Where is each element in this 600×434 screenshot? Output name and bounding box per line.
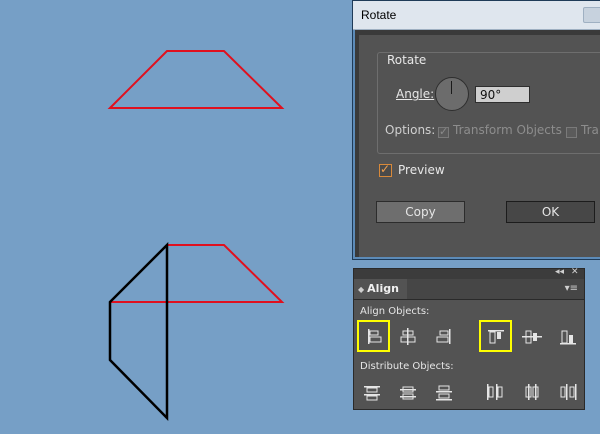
preview-checkbox[interactable]: [379, 162, 392, 177]
dialog-title: Rotate: [361, 8, 397, 22]
panel-top-strip[interactable]: ◂◂ ✕: [354, 267, 584, 279]
align-right-icon[interactable]: [429, 322, 459, 352]
distribute-right-icon[interactable]: [553, 377, 583, 407]
distribute-vertical-center-icon[interactable]: [393, 377, 423, 407]
transform-patterns-label: Tra: [581, 123, 599, 137]
rotate-dialog: Rotate Rotate Angle: Options: Transform …: [352, 0, 600, 260]
transform-objects-label: Transform Objects: [453, 123, 562, 137]
distribute-left-icon[interactable]: [479, 377, 509, 407]
distribute-top-icon[interactable]: [357, 377, 387, 407]
preview-label[interactable]: Preview: [398, 163, 445, 177]
panel-menu-icon[interactable]: ▾≡: [565, 284, 578, 294]
angle-dial[interactable]: [435, 77, 469, 111]
align-objects-label: Align Objects:: [360, 306, 430, 317]
dialog-titlebar[interactable]: Rotate: [353, 1, 600, 30]
preview-trapezoid-top: [110, 244, 285, 303]
align-vertical-center-icon[interactable]: [517, 322, 547, 352]
align-panel: ◂◂ ✕ ◆ Align ▾≡ Align Objects: Distribute…: [353, 267, 585, 410]
distribute-objects-label: Distribute Objects:: [360, 361, 454, 372]
collapse-icon[interactable]: ◂◂: [555, 267, 564, 277]
distribute-horizontal-center-icon[interactable]: [517, 377, 547, 407]
angle-input[interactable]: [475, 86, 530, 103]
window-controls[interactable]: [583, 7, 600, 23]
ok-button[interactable]: OK: [506, 201, 595, 223]
dial-needle-icon: [451, 81, 452, 94]
tab-align[interactable]: ◆ Align: [354, 279, 407, 299]
rotate-group: [377, 52, 600, 154]
dialog-body: Rotate Angle: Options: Transform Objects…: [359, 35, 600, 257]
copy-button[interactable]: Copy: [376, 201, 465, 223]
align-bottom-icon[interactable]: [553, 322, 583, 352]
align-top-icon[interactable]: [479, 320, 512, 352]
transform-objects-checkbox[interactable]: [438, 125, 449, 138]
angle-label: Angle:: [396, 87, 435, 101]
align-left-icon[interactable]: [357, 320, 390, 352]
original-trapezoid[interactable]: [107, 50, 285, 109]
rotated-trapezoid[interactable]: [108, 241, 169, 422]
close-icon[interactable]: ✕: [571, 267, 579, 277]
align-horizontal-center-icon[interactable]: [393, 322, 423, 352]
tab-arrows-icon: ◆: [358, 285, 365, 294]
transform-patterns-checkbox[interactable]: [566, 127, 577, 138]
distribute-bottom-icon[interactable]: [429, 377, 459, 407]
rotate-group-label: Rotate: [383, 53, 431, 67]
options-label: Options:: [385, 123, 436, 137]
tab-align-label: Align: [367, 282, 399, 295]
panel-tabbar: ◆ Align ▾≡: [354, 279, 584, 300]
